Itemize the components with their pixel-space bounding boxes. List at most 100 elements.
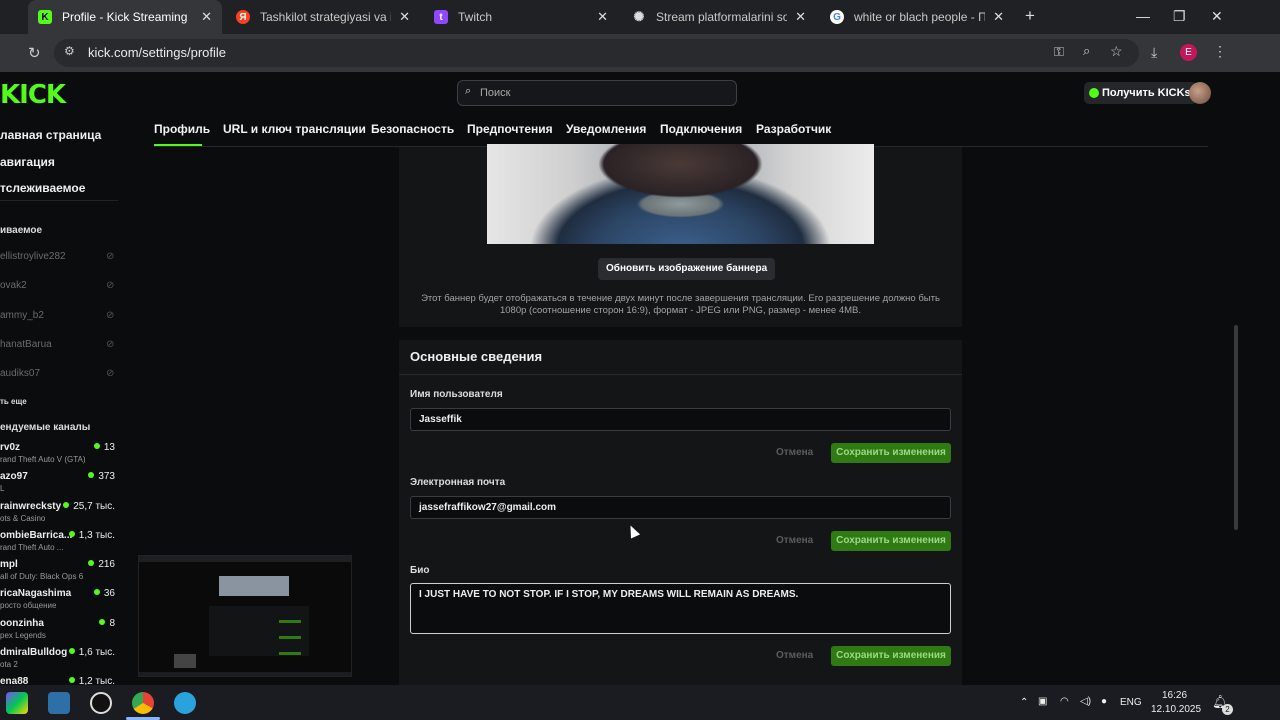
viewer-count: 25,7 тыс. bbox=[63, 501, 115, 512]
bookmark-star-icon[interactable]: ☆ bbox=[1110, 43, 1123, 60]
recommended-channel[interactable]: ricaNagashima росто общение 36 bbox=[0, 588, 118, 610]
recommended-channel[interactable]: rainwrecksty ots & Casino 25,7 тыс. bbox=[0, 501, 118, 523]
close-window-icon[interactable]: ✕ bbox=[1211, 8, 1223, 25]
save-username-button[interactable]: Сохранить изменения bbox=[831, 443, 951, 463]
close-tab-icon[interactable]: ✕ bbox=[993, 9, 1004, 25]
close-tab-icon[interactable]: ✕ bbox=[597, 9, 608, 25]
new-tab-button[interactable]: + bbox=[1025, 6, 1035, 26]
preview-save bbox=[279, 636, 301, 639]
preview-taskbar bbox=[139, 672, 351, 676]
sidebar-home[interactable]: лавная страница bbox=[0, 128, 101, 142]
recommended-channel[interactable]: ombieBarrica... rand Theft Auto ... 1,3 ты… bbox=[0, 530, 118, 552]
page-scrollbar-track[interactable] bbox=[1238, 72, 1280, 685]
preview-card bbox=[209, 606, 309, 656]
clock-date[interactable]: 12.10.2025 bbox=[1151, 704, 1201, 715]
recommended-channel[interactable]: azo97 L 373 bbox=[0, 471, 118, 493]
followed-channel[interactable]: ellistroylive282 ⊘ bbox=[0, 251, 118, 262]
offline-icon: ⊘ bbox=[106, 251, 115, 262]
obs-icon[interactable] bbox=[90, 692, 112, 714]
windows-taskbar: ⌃ ▣ ◠ ◁) ● ENG 16:26 12.10.2025 🔔︎ 2 bbox=[0, 685, 1280, 720]
photos-icon[interactable] bbox=[48, 692, 70, 714]
viewer-count: 8 bbox=[99, 618, 115, 629]
tab-stream-url-key[interactable]: URL и ключ трансляции bbox=[223, 122, 366, 136]
wifi-icon[interactable]: ◠ bbox=[1060, 696, 1069, 707]
omnibox[interactable]: ⚙ kick.com/settings/profile ⚿ ⌕ ☆ bbox=[54, 39, 1139, 67]
recommended-channel[interactable]: ena88 1,2 тыс. bbox=[0, 676, 118, 685]
browser-tab-bar: K Profile - Kick Streaming ✕ Я Tashkilot… bbox=[0, 0, 1280, 34]
chrome-icon[interactable] bbox=[132, 692, 154, 714]
recommended-channel[interactable]: mpl all of Duty: Black Ops 6 216 bbox=[0, 559, 118, 581]
bio-label: Био bbox=[410, 565, 430, 576]
viewer-count: 13 bbox=[94, 442, 115, 453]
show-more-link[interactable]: ть еще bbox=[0, 397, 27, 406]
zoom-search-icon[interactable]: ⌕ bbox=[1083, 43, 1090, 59]
username-value: Jasseffik bbox=[419, 414, 462, 425]
preview-tabbar bbox=[139, 556, 351, 562]
close-tab-icon[interactable]: ✕ bbox=[795, 9, 806, 25]
user-avatar[interactable] bbox=[1189, 82, 1211, 104]
site-info-icon[interactable]: ⚙ bbox=[64, 44, 75, 58]
reload-icon[interactable]: ↻ bbox=[28, 44, 41, 62]
volume-icon[interactable]: ◁) bbox=[1080, 696, 1091, 707]
followed-channel[interactable]: ammy_b2 ⊘ bbox=[0, 310, 118, 321]
widgets-icon[interactable] bbox=[6, 692, 28, 714]
language-indicator[interactable]: ENG bbox=[1120, 697, 1142, 708]
followed-channel[interactable]: audiks07 ⊘ bbox=[0, 368, 118, 379]
tab-connections[interactable]: Подключения bbox=[660, 122, 742, 136]
tab-title: white or blach people - Поиск bbox=[854, 10, 986, 24]
viewer-count: 1,6 тыс. bbox=[69, 647, 115, 658]
tab-notifications[interactable]: Уведомления bbox=[566, 122, 646, 136]
get-kicks-label: Получить KICKs bbox=[1102, 87, 1191, 99]
browser-tab-twitch[interactable]: t Twitch ✕ bbox=[424, 0, 618, 34]
get-kicks-button[interactable]: Получить KICKs bbox=[1084, 82, 1197, 104]
minimize-icon[interactable]: — bbox=[1136, 8, 1150, 24]
username-field[interactable]: Jasseffik bbox=[410, 408, 951, 431]
sidebar-browse[interactable]: авигация bbox=[0, 155, 55, 169]
kick-logo[interactable]: KICK bbox=[0, 80, 66, 110]
clock-time[interactable]: 16:26 bbox=[1162, 690, 1187, 701]
recommended-channel[interactable]: rv0z rand Theft Auto V (GTA) 13 bbox=[0, 442, 118, 464]
cancel-username-button[interactable]: Отмена bbox=[776, 447, 813, 458]
tray-chevron-icon[interactable]: ⌃ bbox=[1020, 697, 1028, 708]
openai-icon: ✺ bbox=[633, 9, 645, 24]
tab-preferences[interactable]: Предпочтения bbox=[467, 122, 553, 136]
followed-channel[interactable]: hanatBarua ⊘ bbox=[0, 339, 118, 350]
channel-game: rand Theft Auto V (GTA) bbox=[0, 455, 86, 464]
save-email-button[interactable]: Сохранить изменения bbox=[831, 531, 951, 551]
banner-note: Этот баннер будет отображаться в течение… bbox=[405, 293, 956, 317]
download-icon[interactable]: ⤓ bbox=[1151, 44, 1157, 61]
browser-tab-chatgpt[interactable]: ✺ Stream platformalarini solishtir ✕ bbox=[622, 0, 816, 34]
cancel-bio-button[interactable]: Отмена bbox=[776, 650, 813, 661]
menu-kebab-icon[interactable]: ⋮ bbox=[1213, 43, 1227, 60]
bio-textarea[interactable]: I JUST HAVE TO NOT STOP. IF I STOP, MY D… bbox=[410, 583, 951, 634]
recommended-channel[interactable]: dmiralBulldog ota 2 1,6 тыс. bbox=[0, 647, 118, 669]
tab-profile[interactable]: Профиль bbox=[154, 122, 210, 136]
page-scrollbar-thumb[interactable] bbox=[1234, 325, 1238, 530]
maximize-icon[interactable]: ❐ bbox=[1173, 8, 1186, 25]
search-icon: ⌕ bbox=[465, 85, 472, 97]
tab-developer[interactable]: Разработчик bbox=[756, 122, 831, 136]
viewer-count: 373 bbox=[88, 471, 115, 482]
recommended-channel[interactable]: oonzinha pex Legends 8 bbox=[0, 618, 118, 640]
telegram-icon[interactable] bbox=[174, 692, 196, 714]
password-key-icon[interactable]: ⚿ bbox=[1054, 44, 1064, 60]
recommended-heading: ендуемые каналы bbox=[0, 422, 91, 433]
browser-tab-google[interactable]: G white or blach people - Поиск ✕ bbox=[820, 0, 1014, 34]
close-tab-icon[interactable]: ✕ bbox=[399, 9, 410, 25]
browser-tab-kick[interactable]: K Profile - Kick Streaming ✕ bbox=[28, 0, 222, 34]
search-input[interactable]: ⌕ Поиск bbox=[457, 80, 737, 106]
cancel-email-button[interactable]: Отмена bbox=[776, 535, 813, 546]
profile-avatar[interactable]: E bbox=[1180, 44, 1197, 61]
update-banner-button[interactable]: Обновить изображение баннера bbox=[598, 258, 776, 280]
sidebar-following[interactable]: тслеживаемое bbox=[0, 181, 85, 195]
microphone-icon[interactable]: ● bbox=[1101, 696, 1107, 707]
close-tab-icon[interactable]: ✕ bbox=[201, 9, 212, 25]
browser-tab-yandex[interactable]: Я Tashkilot strategiyasi va inson ✕ bbox=[226, 0, 420, 34]
url-text[interactable]: kick.com/settings/profile bbox=[88, 45, 226, 60]
tray-app-icon[interactable]: ▣ bbox=[1038, 696, 1047, 707]
save-bio-button[interactable]: Сохранить изменения bbox=[831, 646, 951, 666]
followed-channel[interactable]: ovak2 ⊘ bbox=[0, 280, 118, 291]
tab-security[interactable]: Безопасность bbox=[371, 122, 454, 136]
kick-icon: K bbox=[38, 10, 52, 24]
email-field[interactable]: jassefraffikow27@gmail.com bbox=[410, 496, 951, 519]
